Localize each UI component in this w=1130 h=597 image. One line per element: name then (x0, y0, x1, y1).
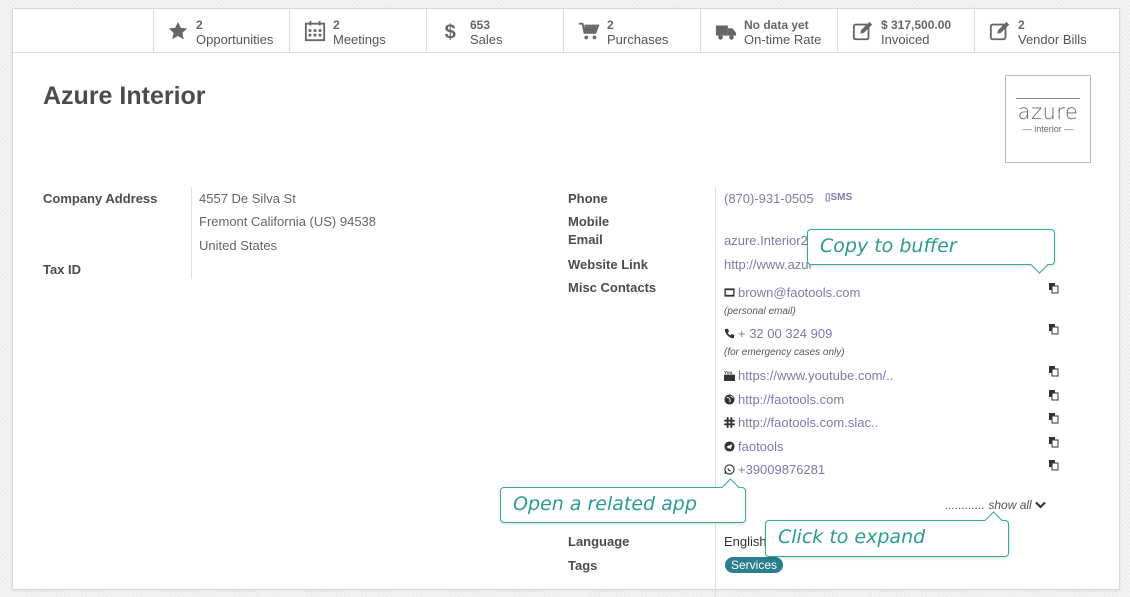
meetings-button[interactable]: 2 Meetings (290, 9, 427, 52)
misc-contact-text: https://www.youtube.com/.. (738, 368, 894, 383)
copy-icon[interactable] (1049, 413, 1059, 424)
show-all-label: ............ show all (945, 498, 1032, 512)
purchases-label: Purchases (607, 32, 669, 47)
edit-icon (852, 21, 873, 41)
click-to-expand-tooltip: Click to expand (765, 511, 1009, 557)
svg-text:$: $ (445, 21, 456, 42)
misc-contact-email[interactable]: brown@faotools.com (724, 285, 860, 300)
tooltip-text: Open a related app (513, 493, 697, 515)
copy-icon[interactable] (1049, 324, 1059, 335)
address-city-state-zip[interactable]: Fremont California (US) 94538 (199, 214, 376, 229)
misc-contact-phone[interactable]: + 32 00 324 909 (724, 326, 832, 341)
right-separator (715, 187, 716, 597)
copy-icon[interactable] (1049, 283, 1059, 294)
address-street[interactable]: 4557 De Silva St (199, 191, 296, 206)
partner-logo[interactable]: azure — interior — (1005, 75, 1091, 163)
meetings-label: Meetings (333, 32, 386, 47)
copy-icon[interactable] (1049, 366, 1059, 377)
copy-icon[interactable] (1049, 460, 1059, 471)
meetings-count: 2 (333, 18, 340, 32)
partner-name[interactable]: Azure Interior (43, 82, 206, 111)
misc-contact-note: (for emergency cases only) (724, 347, 845, 358)
logo-subtitle: — interior — (1022, 124, 1074, 134)
svg-text:You: You (724, 370, 733, 375)
tags-label: Tags (568, 558, 598, 573)
opportunities-button[interactable]: 2 Opportunities (153, 9, 290, 52)
globe-icon (724, 394, 735, 405)
misc-contact-note: (personal email) (724, 306, 796, 317)
misc-contact-text: http://faotools.com.slac.. (738, 415, 879, 430)
slack-icon (724, 417, 735, 428)
chevron-down-icon (1035, 501, 1046, 509)
misc-contact-website[interactable]: http://faotools.com (724, 392, 844, 407)
smart-bar-spacer (13, 9, 154, 52)
sms-button[interactable]: ▯SMS (825, 192, 852, 203)
misc-contact-text: http://faotools.com (738, 392, 845, 407)
vendor-bills-count: 2 (1018, 18, 1025, 32)
purchases-button[interactable]: 2 Purchases (564, 9, 701, 52)
tax-id-label: Tax ID (43, 262, 82, 277)
on-time-rate-value: No data yet (744, 18, 809, 32)
youtube-icon: You (724, 370, 735, 381)
envelope-icon (724, 288, 735, 297)
sms-label: SMS (830, 192, 853, 203)
tag-badge[interactable]: Services (725, 557, 784, 573)
sales-label: Sales (470, 32, 503, 47)
on-time-rate-label: On-time Rate (744, 32, 822, 47)
misc-contact-slack[interactable]: http://faotools.com.slac.. (724, 415, 878, 430)
logo-rule (1016, 98, 1080, 99)
misc-contact-text: +39009876281 (738, 462, 826, 477)
sales-button[interactable]: $ 653 Sales (427, 9, 564, 52)
calendar-icon (304, 20, 326, 42)
phone-icon (724, 328, 735, 339)
misc-contact-text: faotools (738, 439, 784, 454)
address-country[interactable]: United States (199, 238, 277, 253)
telegram-icon (724, 441, 735, 452)
misc-contact-text: brown@faotools.com (738, 285, 861, 300)
phone-label: Phone (568, 191, 608, 206)
star-icon (168, 21, 188, 40)
misc-contact-text: + 32 00 324 909 (738, 326, 833, 341)
tooltip-text: Click to expand (778, 526, 926, 548)
email-link[interactable]: azure.Interior24 (724, 233, 815, 248)
phone-link[interactable]: (870)-931-0505 (724, 191, 814, 206)
smart-button-bar: 2 Opportunities 2 Meetings $ 653 Sales 2… (13, 9, 1119, 53)
website-label: Website Link (568, 257, 648, 272)
copy-icon[interactable] (1049, 390, 1059, 401)
misc-contact-youtube[interactable]: You https://www.youtube.com/.. (724, 368, 893, 383)
whatsapp-icon (724, 464, 735, 475)
cart-icon (578, 22, 600, 40)
opportunities-label: Opportunities (196, 32, 274, 47)
misc-contact-telegram[interactable]: faotools (724, 439, 784, 454)
on-time-rate-button[interactable]: No data yet On-time Rate (701, 9, 838, 52)
show-all-toggle[interactable]: ............ show all (945, 498, 1046, 512)
misc-contact-whatsapp[interactable]: +39009876281 (724, 462, 825, 477)
email-label: Email (568, 232, 603, 247)
dollar-icon: $ (445, 21, 456, 42)
language-value[interactable]: English (724, 534, 767, 549)
opportunities-count: 2 (196, 18, 203, 32)
left-separator (191, 187, 192, 279)
copy-to-buffer-tooltip: Copy to buffer (807, 229, 1055, 274)
company-address-label: Company Address (43, 191, 158, 206)
edit-icon (989, 21, 1010, 41)
misc-contacts-label: Misc Contacts (568, 280, 657, 295)
invoiced-button[interactable]: $ 317,500.00 Invoiced (838, 9, 975, 52)
vendor-bills-label: Vendor Bills (1018, 32, 1087, 47)
sales-count: 653 (470, 18, 491, 32)
purchases-count: 2 (607, 18, 614, 32)
truck-icon (715, 25, 737, 40)
tooltip-text: Copy to buffer (820, 235, 957, 257)
copy-icon[interactable] (1049, 437, 1059, 448)
invoiced-value: $ 317,500.00 (881, 18, 952, 32)
language-label: Language (568, 534, 630, 549)
mobile-label: Mobile (568, 214, 610, 229)
open-related-app-tooltip: Open a related app (500, 478, 746, 523)
website-link[interactable]: http://www.azur (724, 257, 813, 272)
invoiced-label: Invoiced (881, 32, 930, 47)
logo-word: azure (1017, 100, 1079, 124)
vendor-bills-button[interactable]: 2 Vendor Bills (975, 9, 1112, 52)
